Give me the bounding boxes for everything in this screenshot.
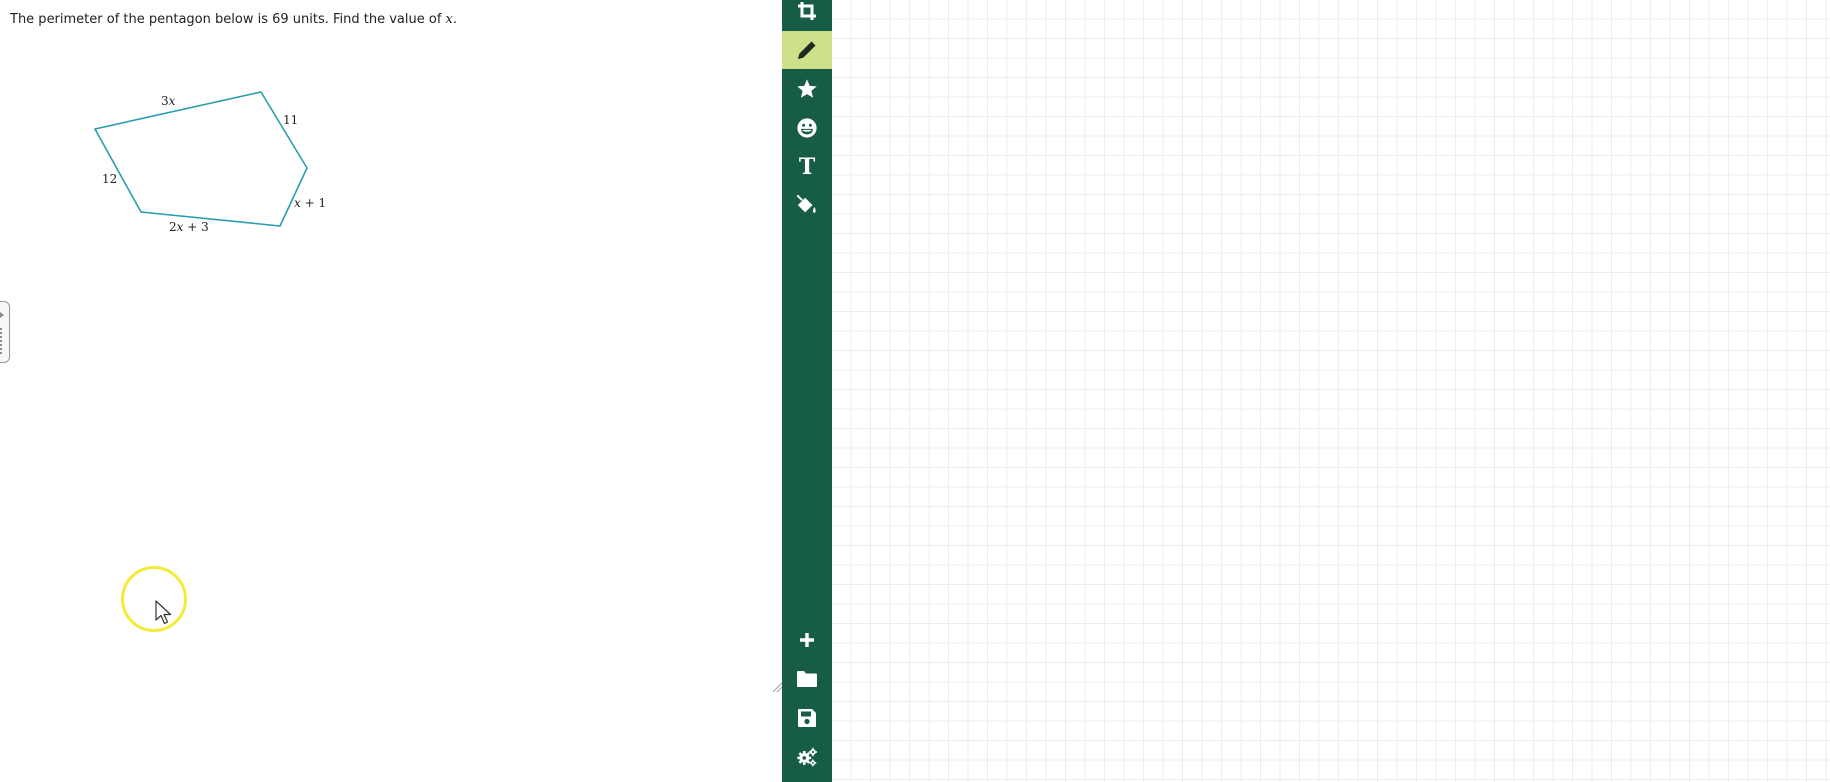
drawing-toolbar: T <box>782 0 832 782</box>
text-icon: T <box>798 154 816 180</box>
pencil-tool-button[interactable] <box>782 31 832 69</box>
save-button[interactable] <box>782 699 832 737</box>
drawing-canvas[interactable] <box>832 0 1830 782</box>
label-upper-right: 11 <box>283 113 298 127</box>
app-root: The perimeter of the pentagon below is 6… <box>0 0 1830 782</box>
crop-tool-button[interactable] <box>782 0 832 30</box>
chevron-right-icon <box>0 312 4 318</box>
folder-icon <box>797 671 817 687</box>
cursor-highlight <box>121 566 187 632</box>
crop-icon <box>798 2 816 20</box>
open-button[interactable] <box>782 660 832 698</box>
grin-icon <box>797 118 817 138</box>
save-icon <box>798 709 816 727</box>
pentagon-shape <box>93 91 308 227</box>
paint-bucket-icon <box>796 195 816 214</box>
pencil-icon <box>798 41 816 59</box>
add-button[interactable] <box>782 621 832 659</box>
pentagon-figure: 3x 11 12 2x + 3 x + 1 <box>93 91 326 234</box>
label-right: x + 1 <box>294 196 326 210</box>
question-panel: The perimeter of the pentagon below is 6… <box>0 0 783 782</box>
text-tool-button[interactable]: T <box>782 148 832 186</box>
label-bottom: 2x + 3 <box>169 220 209 234</box>
star-icon <box>797 79 817 98</box>
label-left: 12 <box>102 172 117 186</box>
settings-button[interactable] <box>782 738 832 776</box>
panel-collapse-handle[interactable] <box>0 301 10 363</box>
grip-dots-icon <box>0 328 2 354</box>
fill-tool-button[interactable] <box>782 187 832 225</box>
star-tool-button[interactable] <box>782 70 832 108</box>
gears-icon <box>797 747 817 767</box>
emoji-tool-button[interactable] <box>782 109 832 147</box>
label-top: 3x <box>161 94 176 108</box>
plus-icon <box>800 633 814 647</box>
mouse-pointer-icon <box>155 600 172 625</box>
